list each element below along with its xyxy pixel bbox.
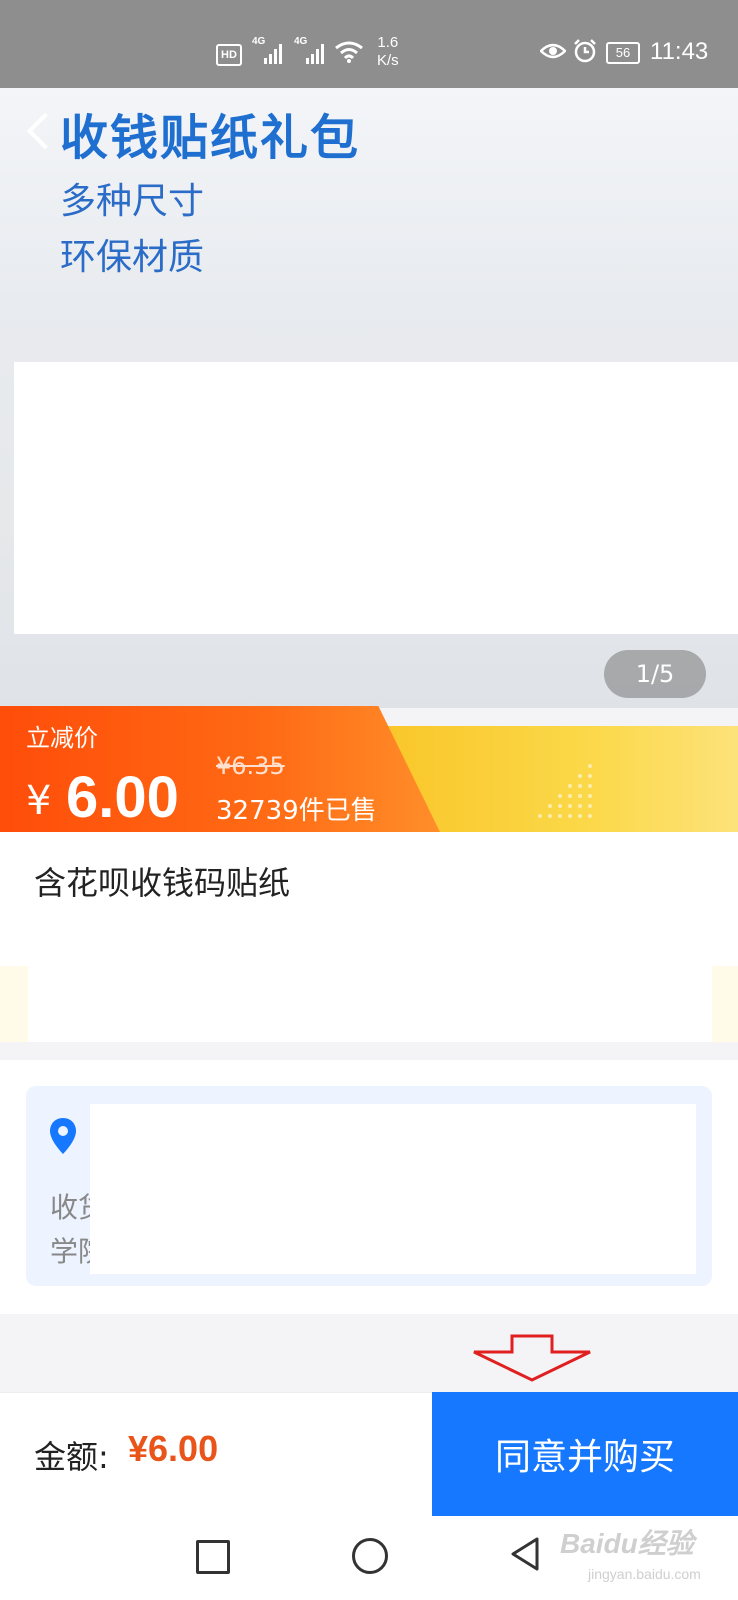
network-type-label: 4G xyxy=(252,36,266,47)
banner-title: 收钱贴纸礼包 xyxy=(60,110,361,166)
agree-and-buy-button[interactable]: 同意并购买 xyxy=(432,1392,738,1516)
home-icon[interactable] xyxy=(352,1538,388,1574)
info-strip-redaction xyxy=(28,966,712,1042)
amount-label: 金额: xyxy=(34,1438,109,1476)
status-bar: HD 4G 4G 1.6 K/s 56 11:43 xyxy=(0,0,738,88)
watermark-logo: Baidu经验 xyxy=(560,1528,694,1559)
clock: 11:43 xyxy=(650,38,709,65)
original-price: ¥6.35 xyxy=(216,752,285,780)
price-band-accent xyxy=(380,726,738,832)
alarm-icon xyxy=(574,39,596,63)
watermark-url: jingyan.baidu.com xyxy=(588,1566,701,1582)
price-currency: ¥ xyxy=(26,778,52,824)
current-price: 6.00 xyxy=(66,765,179,830)
network-type-label-2: 4G xyxy=(294,36,308,47)
banner-feature-1: 多种尺寸 xyxy=(60,181,205,222)
amount-value: ¥6.00 xyxy=(128,1428,219,1469)
cellular-signal-icon: 4G xyxy=(252,36,286,64)
eye-icon xyxy=(540,43,566,59)
wifi-icon xyxy=(335,41,363,63)
speed-value: 1.6 xyxy=(377,34,399,51)
battery-icon: 56 xyxy=(606,42,640,64)
arrow-down-annotation-icon xyxy=(473,1334,591,1382)
discount-price-label: 立减价 xyxy=(26,724,98,752)
banner-feature-2: 环保材质 xyxy=(60,237,205,278)
recents-icon[interactable] xyxy=(196,1540,230,1574)
address-redaction xyxy=(90,1104,696,1274)
image-redaction xyxy=(14,362,738,634)
back-icon[interactable] xyxy=(510,1536,540,1572)
product-title: 含花呗收钱码贴纸 xyxy=(34,864,291,902)
image-counter-badge: 1/5 xyxy=(604,650,706,698)
network-speed: 1.6 K/s xyxy=(377,34,399,70)
location-pin-icon xyxy=(50,1118,76,1154)
dot-pattern-decoration xyxy=(538,764,592,818)
speed-unit: K/s xyxy=(377,52,399,69)
cellular-signal-icon-2: 4G xyxy=(294,36,328,64)
sold-count: 32739件已售 xyxy=(216,796,377,826)
hd-indicator: HD xyxy=(216,44,242,66)
